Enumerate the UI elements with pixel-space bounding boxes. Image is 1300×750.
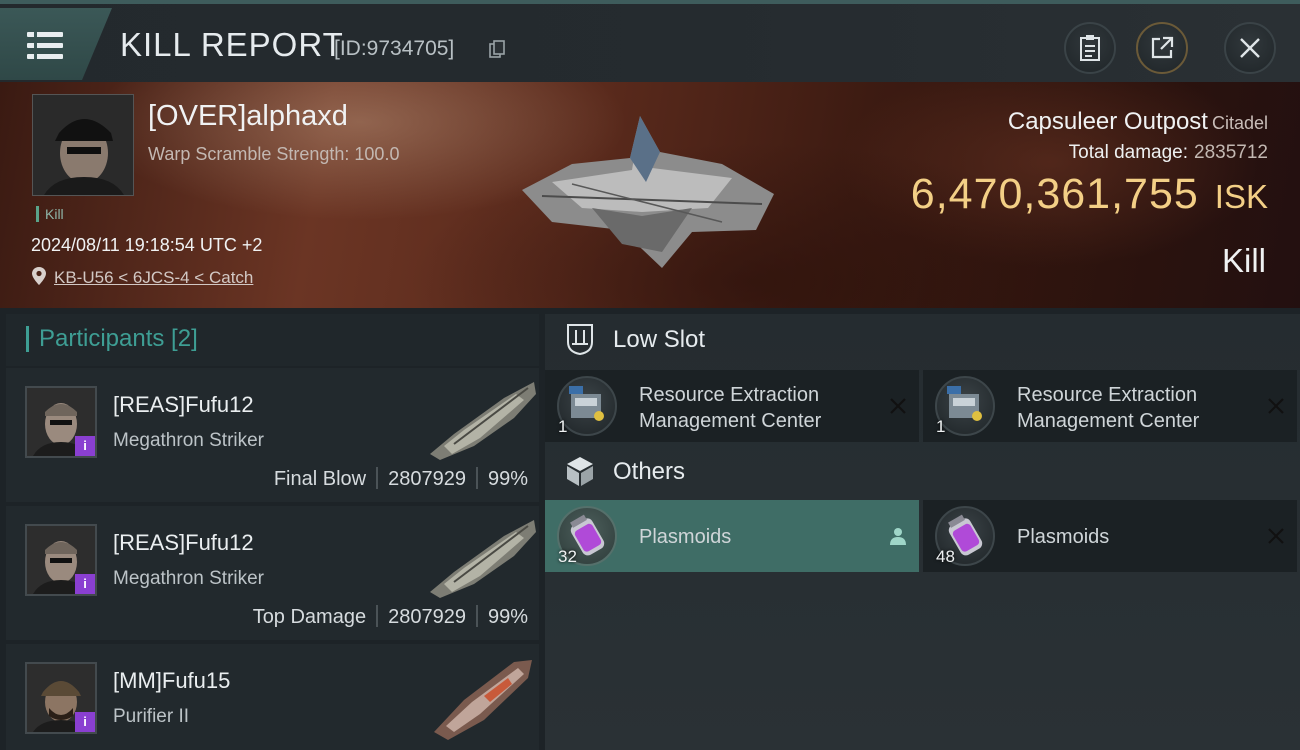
participant-ship[interactable]: Purifier II bbox=[113, 706, 189, 728]
others-title: Others bbox=[613, 458, 686, 485]
others-header: Others bbox=[545, 446, 1300, 498]
participants-panel: Participants [2] i [REAS]Fufu12 Megathro… bbox=[6, 314, 539, 750]
participant-ship[interactable]: Megathron Striker bbox=[113, 568, 264, 590]
total-damage-label: Total damage: bbox=[1068, 142, 1189, 163]
item-row[interactable]: 1 Resource Extraction Management Center bbox=[923, 370, 1297, 442]
low-slot-header: Low Slot bbox=[545, 314, 1300, 366]
top-bar: KILL REPORT [ID:9734705] bbox=[0, 0, 1300, 82]
item-row[interactable]: 48 Plasmoids bbox=[923, 500, 1297, 572]
participants-header: Participants [2] bbox=[6, 314, 539, 366]
portrait-image bbox=[33, 95, 133, 195]
participant-avatar[interactable]: i bbox=[25, 386, 97, 458]
total-damage-value: 2835712 bbox=[1194, 142, 1268, 163]
destroyed-x-icon bbox=[1268, 528, 1284, 544]
participant-percent: 99% bbox=[487, 468, 528, 490]
isk-value: 6,470,361,755 bbox=[910, 170, 1199, 218]
participant-row[interactable]: i [MM]Fufu15 Purifier II bbox=[6, 644, 539, 750]
participant-row[interactable]: i [REAS]Fufu12 Megathron Striker Final B… bbox=[6, 368, 539, 502]
item-quantity: 48 bbox=[936, 547, 955, 566]
clipboard-icon bbox=[1080, 35, 1100, 61]
ship-name[interactable]: Capsuleer Outpost bbox=[1008, 108, 1208, 135]
cube-icon bbox=[567, 457, 593, 486]
corp-badge: i bbox=[75, 436, 95, 456]
report-id: [ID:9734705] bbox=[334, 37, 455, 60]
victim-avatar[interactable] bbox=[32, 94, 134, 196]
victim-subtitle: Warp Scramble Strength: 100.0 bbox=[148, 144, 400, 164]
participant-percent: 99% bbox=[487, 606, 528, 628]
close-icon bbox=[1240, 38, 1260, 58]
location-pin-icon bbox=[32, 267, 46, 285]
participant-ship-image[interactable] bbox=[424, 650, 539, 740]
low-slot-icon bbox=[567, 324, 593, 356]
participant-stats: Top Damage 2807929 99% bbox=[253, 605, 528, 629]
item-quantity: 32 bbox=[558, 547, 577, 566]
item-quantity: 1 bbox=[936, 417, 946, 436]
timestamp: 2024/08/11 19:18:54 UTC +2 bbox=[31, 235, 263, 255]
isk-value-row: 6,470,361,755 ISK bbox=[911, 170, 1268, 219]
participant-damage: 2807929 bbox=[388, 468, 466, 490]
dropped-person-icon bbox=[890, 528, 906, 545]
participant-ship[interactable]: Megathron Striker bbox=[113, 430, 264, 452]
ship-class: Citadel bbox=[1211, 113, 1268, 133]
victim-name[interactable]: [OVER]alphaxd bbox=[148, 100, 348, 133]
participant-role: Final Blow bbox=[273, 468, 367, 490]
clipboard-button[interactable] bbox=[1064, 22, 1116, 74]
share-icon bbox=[1151, 36, 1174, 59]
corp-badge: i bbox=[75, 712, 95, 732]
close-button[interactable] bbox=[1224, 22, 1276, 74]
destroyed-x-icon bbox=[890, 398, 906, 414]
copy-icon[interactable] bbox=[489, 40, 505, 58]
items-panel: Low Slot 1 Resource Extraction Managemen… bbox=[545, 314, 1300, 750]
item-row[interactable]: 1 Resource Extraction Management Center bbox=[545, 370, 919, 442]
low-slot-title: Low Slot bbox=[613, 326, 706, 353]
location-link[interactable]: KB-U56 < 6JCS-4 < Catch bbox=[54, 268, 253, 288]
item-quantity: 1 bbox=[558, 417, 568, 436]
victim-banner: [OVER]alphaxd Warp Scramble Strength: 10… bbox=[0, 82, 1300, 308]
participant-name[interactable]: [REAS]Fufu12 bbox=[113, 530, 254, 556]
participant-ship-image[interactable] bbox=[424, 512, 539, 602]
item-name: Resource Extraction Management Center bbox=[1017, 384, 1200, 432]
item-name: Plasmoids bbox=[1017, 526, 1110, 548]
destroyed-x-icon bbox=[1268, 398, 1284, 414]
kill-tag: Kill bbox=[36, 206, 64, 222]
corp-badge: i bbox=[75, 574, 95, 594]
participant-role: Top Damage bbox=[252, 606, 367, 628]
participant-avatar[interactable]: i bbox=[25, 524, 97, 596]
total-damage: Total damage: 2835712 bbox=[1069, 142, 1268, 164]
item-row[interactable]: 32 Plasmoids bbox=[545, 500, 919, 572]
participant-damage: 2807929 bbox=[388, 606, 466, 628]
menu-icon bbox=[27, 32, 63, 60]
share-button[interactable] bbox=[1136, 22, 1188, 74]
participant-stats: Final Blow 2807929 99% bbox=[274, 467, 528, 491]
isk-unit: ISK bbox=[1214, 178, 1268, 215]
page-title: KILL REPORT bbox=[120, 26, 344, 63]
participants-title[interactable]: Participants [2] bbox=[26, 326, 198, 352]
item-name: Resource Extraction Management Center bbox=[639, 384, 822, 432]
participant-ship-image[interactable] bbox=[424, 374, 539, 464]
participant-name[interactable]: [REAS]Fufu12 bbox=[113, 392, 254, 418]
result-label: Kill bbox=[1221, 242, 1266, 279]
participant-row[interactable]: i [REAS]Fufu12 Megathron Striker Top Dam… bbox=[6, 506, 539, 640]
participant-avatar[interactable]: i bbox=[25, 662, 97, 734]
item-name: Plasmoids bbox=[639, 526, 732, 548]
victim-ship-image[interactable] bbox=[512, 112, 788, 272]
victim-ship-type: Capsuleer Outpost Citadel bbox=[1008, 108, 1268, 136]
participant-name[interactable]: [MM]Fufu15 bbox=[113, 668, 230, 694]
menu-button[interactable] bbox=[0, 8, 112, 80]
